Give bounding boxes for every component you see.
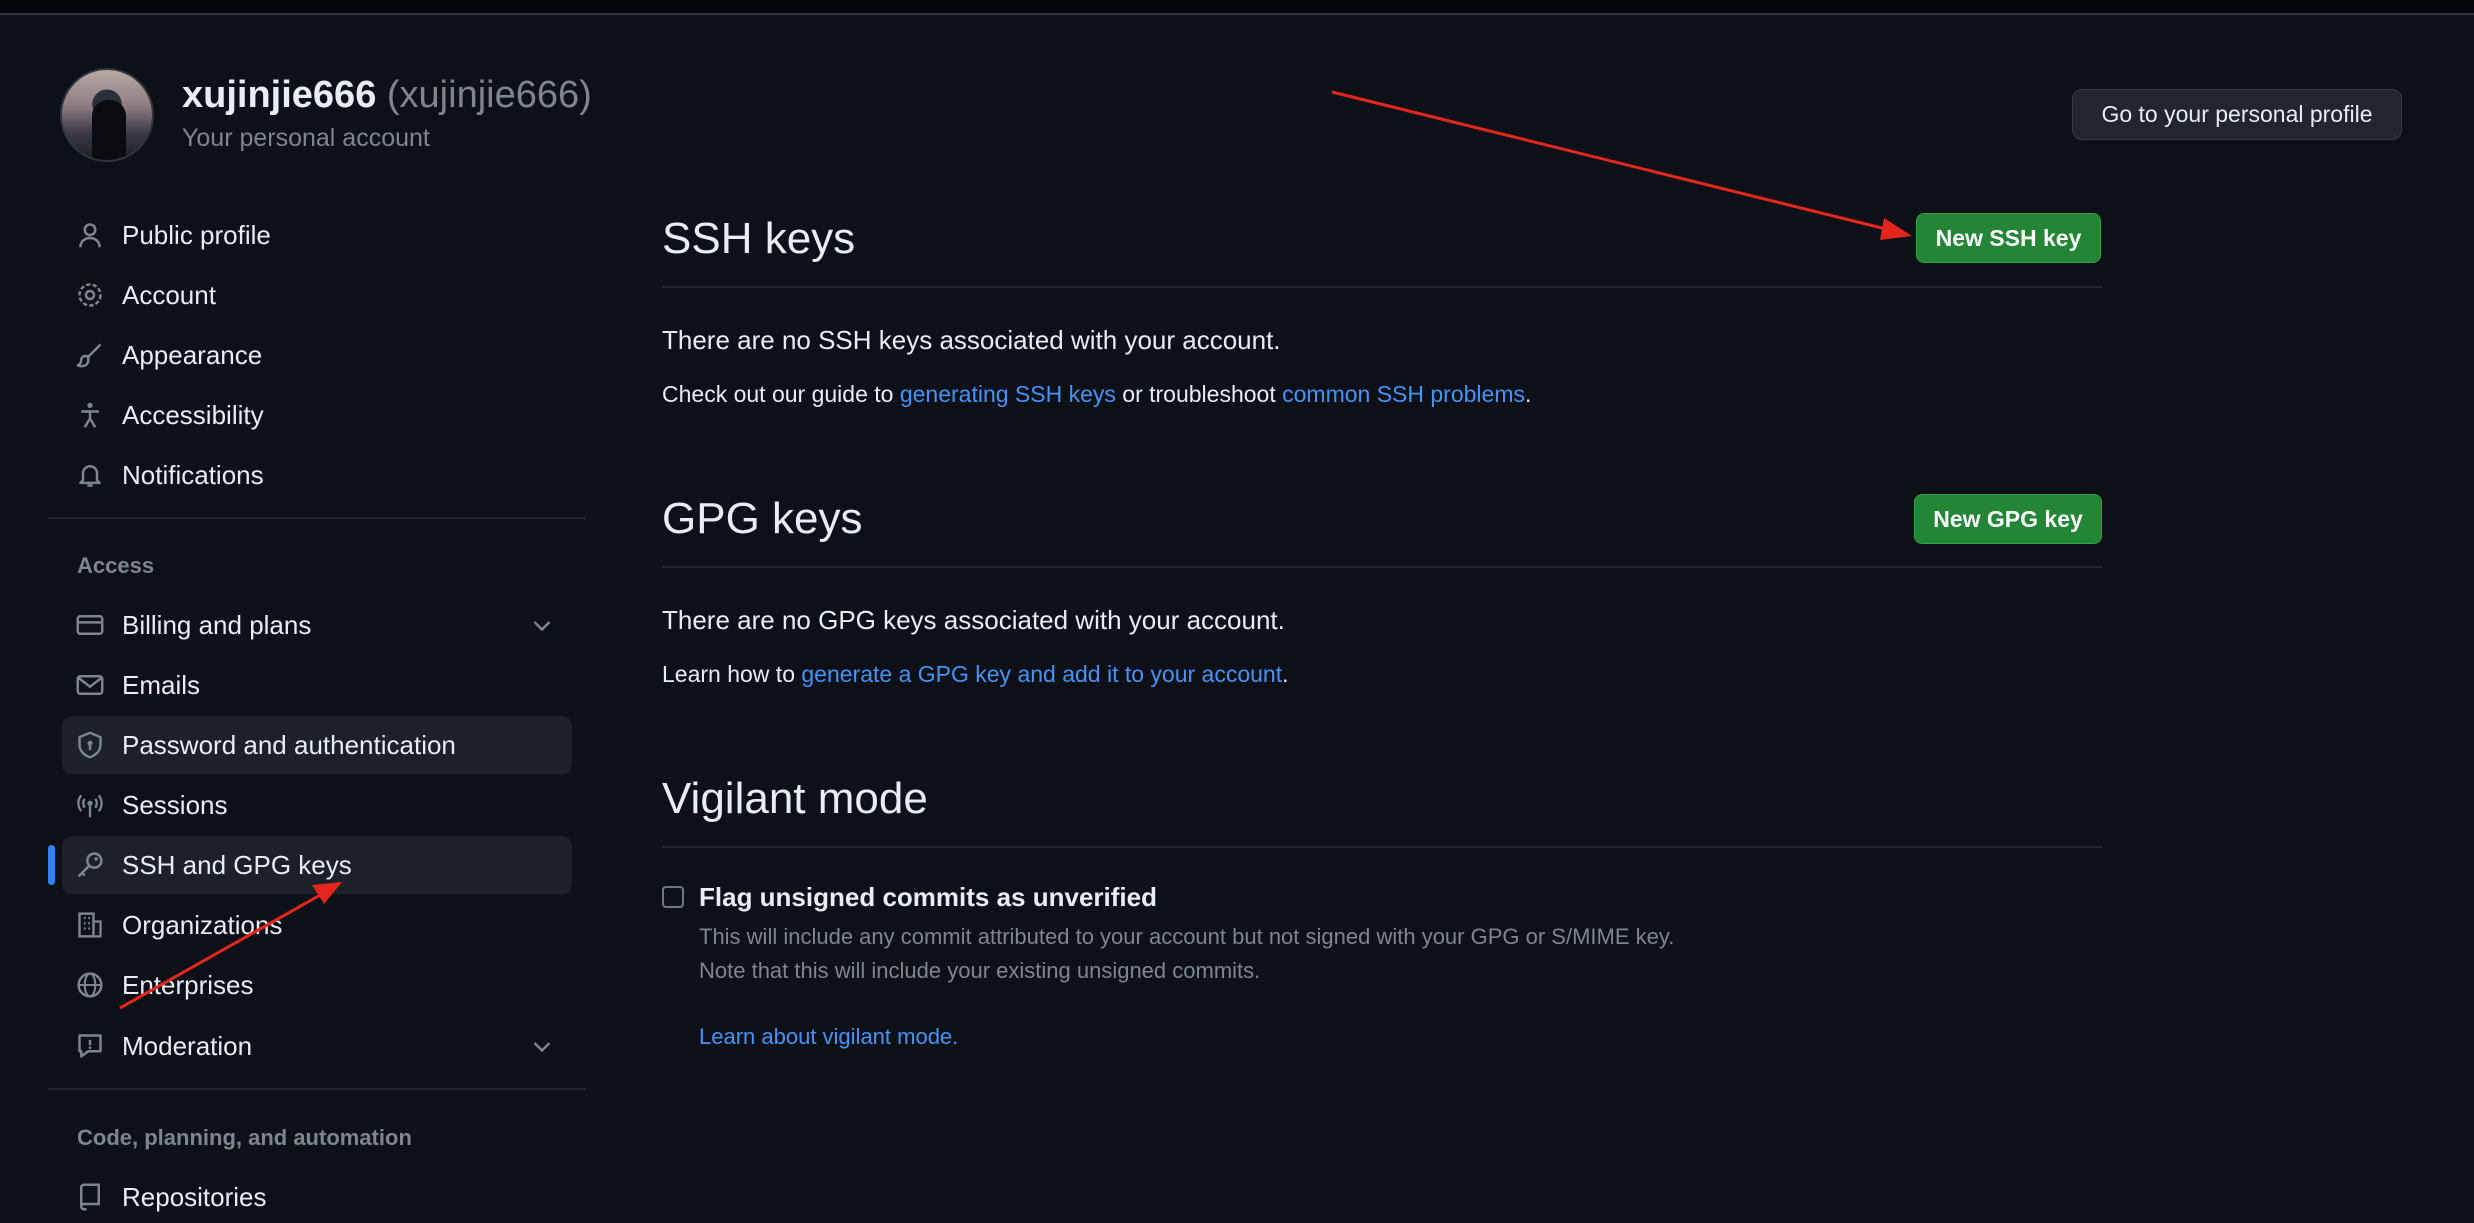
- accessibility-icon: [74, 399, 106, 431]
- flag-unsigned-commits-checkbox[interactable]: [662, 886, 684, 908]
- sidebar-item-label: Enterprises: [122, 969, 254, 1000]
- sidebar-item-enterprises[interactable]: Enterprises: [62, 956, 572, 1014]
- sidebar-item-label: Appearance: [122, 339, 263, 370]
- sidebar-item-label: Organizations: [122, 909, 283, 940]
- flag-unsigned-commits-label[interactable]: Flag unsigned commits as unverified: [699, 882, 1157, 913]
- section-divider: [662, 566, 2102, 568]
- top-bar: [0, 0, 2474, 15]
- sidebar-group-access: Access: [77, 553, 155, 578]
- broadcast-icon: [74, 789, 106, 821]
- ssh-guide-suffix: .: [1524, 381, 1532, 407]
- sidebar-item-accessibility[interactable]: Accessibility: [62, 386, 572, 444]
- new-ssh-key-button[interactable]: New SSH key: [1916, 213, 2101, 263]
- sidebar-item-moderation[interactable]: Moderation: [62, 1017, 572, 1075]
- generating-ssh-keys-link[interactable]: generating SSH keys: [900, 381, 1116, 407]
- gpg-keys-heading: GPG keys: [662, 494, 863, 543]
- ssh-guide-prefix: Check out our guide to: [662, 381, 900, 407]
- username: xujinjie666: [182, 74, 377, 116]
- sidebar-item-sessions[interactable]: Sessions: [62, 776, 572, 834]
- mail-icon: [74, 669, 106, 701]
- vigilant-mode-heading: Vigilant mode: [662, 774, 928, 823]
- sidebar-item-repositories[interactable]: Repositories: [62, 1168, 572, 1223]
- active-indicator: [48, 845, 55, 885]
- generate-gpg-key-link[interactable]: generate a GPG key and add it to your ac…: [801, 661, 1282, 687]
- avatar[interactable]: [60, 68, 154, 162]
- learn-vigilant-mode-link[interactable]: Learn about vigilant mode.: [699, 1024, 958, 1050]
- credit-card-icon: [74, 609, 106, 641]
- gpg-learn-prefix: Learn how to: [662, 661, 802, 687]
- sidebar-item-appearance[interactable]: Appearance: [62, 326, 572, 384]
- sidebar-item-label: Billing and plans: [122, 609, 312, 640]
- sidebar-item-label: Accessibility: [122, 399, 264, 430]
- sidebar-item-notifications[interactable]: Notifications: [62, 446, 572, 504]
- account-name: xujinjie666 (xujinjie666): [182, 74, 592, 117]
- section-divider: [662, 846, 2102, 848]
- go-to-profile-button[interactable]: Go to your personal profile: [2072, 89, 2402, 140]
- sidebar-item-emails[interactable]: Emails: [62, 656, 572, 714]
- sidebar-item-account[interactable]: Account: [62, 266, 572, 324]
- sidebar-item-ssh-gpg-keys[interactable]: SSH and GPG keys: [62, 836, 572, 894]
- organization-icon: [74, 909, 106, 941]
- login-handle: (xujinjie666): [386, 74, 592, 116]
- annotation-arrow-to-new-ssh-key: [1331, 90, 1912, 240]
- vigilant-note-1: This will include any commit attributed …: [699, 924, 1675, 949]
- account-subtitle: Your personal account: [182, 124, 430, 152]
- sidebar-item-label: Account: [122, 279, 216, 310]
- report-icon: [74, 1030, 106, 1062]
- sidebar-item-label: Notifications: [122, 459, 264, 490]
- sidebar-group-code: Code, planning, and automation: [77, 1125, 412, 1150]
- settings-page: xujinjie666 (xujinjie666) Your personal …: [0, 0, 2474, 1223]
- sidebar-item-organizations[interactable]: Organizations: [62, 896, 572, 954]
- sidebar-divider: [48, 1088, 586, 1090]
- sidebar-item-password-authentication[interactable]: Password and authentication: [62, 716, 572, 774]
- chevron-down-icon[interactable]: [530, 1034, 554, 1058]
- sidebar-item-label: Moderation: [122, 1030, 253, 1061]
- ssh-keys-heading: SSH keys: [662, 214, 856, 263]
- sidebar-item-label: Emails: [122, 669, 201, 700]
- sidebar-item-label: Repositories: [122, 1181, 267, 1212]
- ssh-guide-text: Check out our guide to generating SSH ke…: [662, 381, 1531, 408]
- shield-lock-icon: [74, 729, 106, 761]
- sidebar-item-billing[interactable]: Billing and plans: [62, 596, 572, 654]
- new-gpg-key-button[interactable]: New GPG key: [1914, 494, 2102, 544]
- ssh-guide-mid: or troubleshoot: [1115, 381, 1283, 407]
- paintbrush-icon: [74, 339, 106, 371]
- person-icon: [74, 219, 106, 251]
- common-ssh-problems-link[interactable]: common SSH problems: [1282, 381, 1525, 407]
- vigilant-note-2: Note that this will include your existin…: [699, 958, 1261, 983]
- gpg-empty-message: There are no GPG keys associated with yo…: [662, 605, 1285, 635]
- sidebar-item-label: Password and authentication: [122, 729, 456, 760]
- key-icon: [74, 849, 106, 881]
- sidebar-item-public-profile[interactable]: Public profile: [62, 206, 572, 264]
- section-divider: [662, 286, 2102, 288]
- gear-icon: [74, 279, 106, 311]
- chevron-down-icon[interactable]: [530, 613, 554, 637]
- sidebar-item-label: SSH and GPG keys: [122, 849, 352, 880]
- gpg-learn-text: Learn how to generate a GPG key and add …: [662, 661, 1289, 688]
- sidebar-divider: [48, 517, 586, 519]
- sidebar-item-label: Public profile: [122, 219, 271, 250]
- ssh-empty-message: There are no SSH keys associated with yo…: [662, 325, 1281, 355]
- bell-icon: [74, 459, 106, 491]
- globe-icon: [74, 969, 106, 1001]
- repo-icon: [74, 1181, 106, 1213]
- sidebar-item-label: Sessions: [122, 789, 228, 820]
- gpg-learn-suffix: .: [1282, 661, 1289, 687]
